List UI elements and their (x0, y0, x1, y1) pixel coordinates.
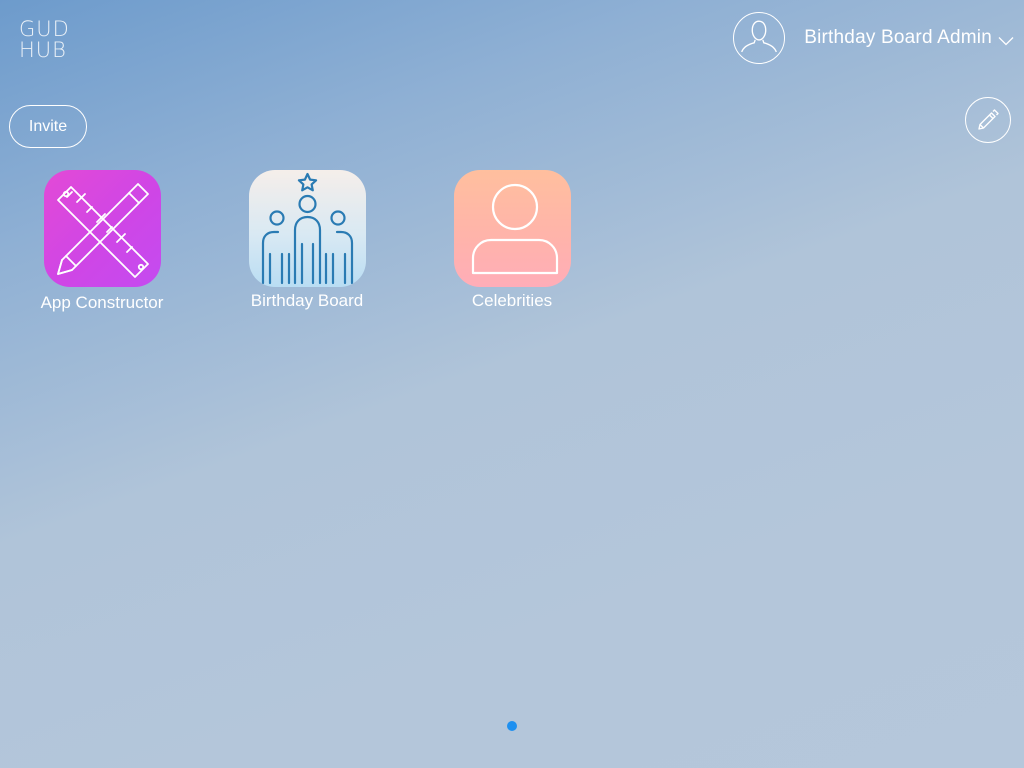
team-star-icon[interactable] (248, 170, 366, 287)
gudhub-logo[interactable]: GUD HUB (19, 19, 70, 61)
pencil-ruler-icon[interactable] (43, 170, 161, 287)
user-menu[interactable]: Birthday Board Admin (733, 12, 1014, 64)
invite-button[interactable]: Invite (9, 105, 87, 148)
app-tile-birthday-board[interactable]: Birthday Board (227, 170, 387, 311)
edit-button[interactable] (965, 97, 1011, 143)
user-avatar-icon[interactable] (733, 12, 786, 64)
app-label[interactable]: Celebrities (432, 291, 592, 311)
pagination-dots (0, 721, 1024, 731)
pencil-icon (975, 107, 1001, 133)
app-label[interactable]: Birthday Board (227, 291, 387, 311)
app-label[interactable]: App Constructor (22, 293, 182, 313)
app-tile-app-constructor[interactable]: App Constructor (22, 170, 182, 313)
person-icon[interactable] (453, 170, 571, 287)
page-dot-active[interactable] (507, 721, 517, 731)
logo-line-1: GUD (19, 17, 70, 41)
app-tile-celebrities[interactable]: Celebrities (432, 170, 592, 311)
user-name[interactable]: Birthday Board Admin (804, 27, 992, 49)
chevron-down-icon[interactable] (998, 36, 1014, 46)
logo-line-2: HUB (19, 38, 67, 62)
